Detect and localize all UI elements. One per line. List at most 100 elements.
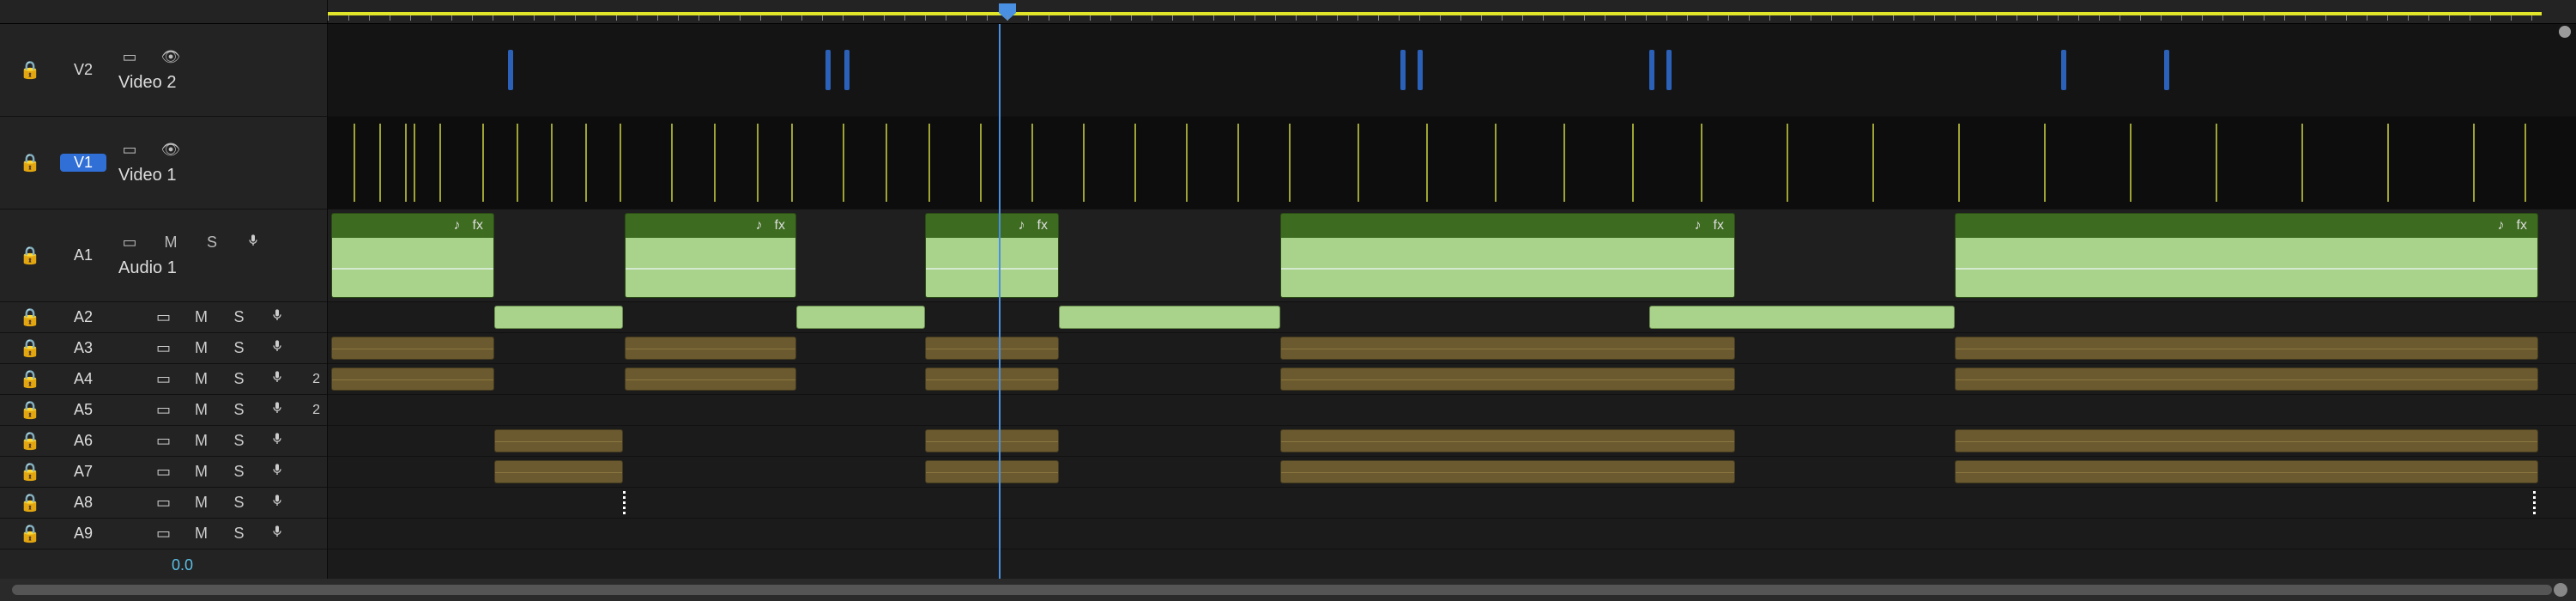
clip[interactable] [925,460,1059,483]
source-patch-icon[interactable]: ▭ [153,339,175,357]
mute-button[interactable]: M [190,432,213,450]
voice-record-icon[interactable] [242,234,264,252]
clip[interactable] [1059,306,1280,329]
voice-record-icon[interactable] [266,308,288,326]
lock-toggle[interactable]: 🔒 [0,461,60,483]
track-header-a7[interactable]: 🔒A7▭MS [0,457,327,488]
track-id-v2[interactable]: V2 [60,61,106,79]
source-patch-icon[interactable]: ▭ [153,463,175,481]
clip[interactable] [625,337,796,360]
track-header-a8[interactable]: 🔒A8 ▭ MS [0,488,327,519]
content-a6[interactable] [328,426,2576,457]
clip[interactable] [625,367,796,391]
solo-button[interactable]: S [228,370,251,388]
track-id-a5[interactable]: A5 [60,401,106,419]
lock-toggle[interactable]: 🔒 [0,368,60,390]
content-a4[interactable] [328,364,2576,395]
content-v2[interactable] [328,24,2576,117]
track-header-a2[interactable]: 🔒A2▭MS [0,302,327,333]
marker-icon[interactable] [1649,50,1654,90]
clip[interactable]: ♪fx [1955,213,2538,298]
source-patch-icon[interactable]: ▭ [153,494,175,512]
clip[interactable] [1280,460,1735,483]
marker-icon[interactable] [844,50,850,90]
clip[interactable] [1649,306,1955,329]
clip[interactable] [494,306,623,329]
content-a8[interactable] [328,488,2576,519]
track-id-a1[interactable]: A1 [60,246,106,264]
track-header-a9[interactable]: 🔒A9▭MS [0,519,327,549]
lock-toggle[interactable]: 🔒 [0,492,60,513]
lock-toggle[interactable]: 🔒 [0,59,60,81]
solo-button[interactable]: S [228,525,251,543]
clip[interactable] [331,337,494,360]
lock-toggle[interactable]: 🔒 [0,245,60,266]
source-patch-icon[interactable]: ▭ [153,401,175,419]
clip[interactable]: ♪fx [625,213,796,298]
track-id-a7[interactable]: A7 [60,463,106,481]
lock-toggle[interactable]: 🔒 [0,399,60,421]
clip[interactable] [1955,429,2538,452]
track-header-a6[interactable]: 🔒A6▭MS [0,426,327,457]
clip[interactable] [494,429,623,452]
solo-button[interactable]: S [201,234,223,252]
marker-icon[interactable] [2061,50,2066,90]
voice-record-icon[interactable] [266,494,288,512]
clip[interactable] [1955,337,2538,360]
voice-record-icon[interactable] [266,432,288,450]
mute-button[interactable]: M [190,401,213,419]
marker-icon[interactable] [825,50,831,90]
source-patch-icon[interactable]: ▭ [153,525,175,543]
track-id-a3[interactable]: A3 [60,339,106,357]
marker-icon[interactable] [508,50,513,90]
mute-button[interactable]: M [190,463,213,481]
content-a9[interactable] [328,519,2576,549]
lock-toggle[interactable]: 🔒 [0,307,60,328]
content-a5[interactable] [328,395,2576,426]
track-id-a6[interactable]: A6 [60,432,106,450]
solo-button[interactable]: S [228,494,251,512]
clip[interactable] [925,429,1059,452]
clip[interactable]: ♪fx [1280,213,1735,298]
source-patch-icon[interactable]: ▭ [118,141,141,159]
solo-button[interactable]: S [228,432,251,450]
mute-button[interactable]: M [190,494,213,512]
eye-icon[interactable]: 👁 [160,48,182,66]
source-patch-icon[interactable]: ▭ [153,370,175,388]
clip[interactable] [1955,367,2538,391]
mute-button[interactable]: M [190,370,213,388]
lock-toggle[interactable]: 🔒 [0,430,60,452]
scrollbar-thumb[interactable] [12,585,2552,595]
eye-icon[interactable]: 👁 [160,141,182,159]
mute-button[interactable]: M [190,308,213,326]
horizontal-scrollbar[interactable] [0,579,2576,601]
content-a1[interactable]: ♪fx♪fx♪fx♪fx♪fx [328,209,2576,302]
track-header-a3[interactable]: 🔒A3▭MS [0,333,327,364]
content-a10[interactable] [328,549,2576,579]
track-id-a8[interactable]: A8 [60,494,106,512]
source-patch-icon[interactable]: ▭ [118,48,141,66]
clip[interactable] [1280,337,1735,360]
content-a7[interactable] [328,457,2576,488]
clip[interactable] [925,367,1059,391]
scroll-knob-icon[interactable] [2559,26,2571,38]
marker-icon[interactable] [1666,50,1672,90]
track-header-a4[interactable]: 🔒A4▭MS2 [0,364,327,395]
clip[interactable] [1280,367,1735,391]
track-header-v1[interactable]: 🔒 V1 ▭ 👁 Video 1 [0,117,327,209]
clip[interactable] [1955,460,2538,483]
clip[interactable] [1280,429,1735,452]
track-id-a4[interactable]: A4 [60,370,106,388]
clip[interactable] [494,460,623,483]
marker-icon[interactable] [2164,50,2169,90]
source-patch-icon[interactable]: ▭ [153,308,175,326]
content-a2[interactable] [328,302,2576,333]
voice-record-icon[interactable] [266,463,288,481]
lock-toggle[interactable]: 🔒 [0,152,60,173]
track-header-v2[interactable]: 🔒 V2 ▭ 👁 Video 2 [0,24,327,117]
lock-toggle[interactable]: 🔒 [0,523,60,544]
mute-button[interactable]: M [190,339,213,357]
mute-button[interactable]: M [160,234,182,252]
clip[interactable] [925,337,1059,360]
content-a3[interactable] [328,333,2576,364]
